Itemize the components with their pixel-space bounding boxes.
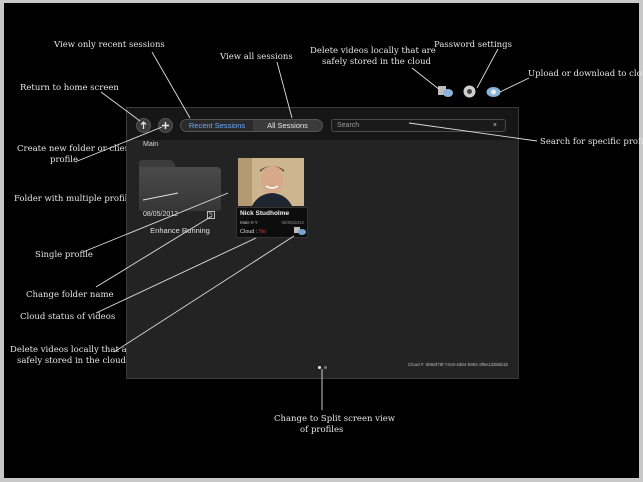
cloud-id: Cloud #: 6b8af78f-74c9-4d84-b992-2f8e1d3… — [407, 362, 508, 367]
profile-date: 08/05/2012 — [281, 220, 304, 225]
annotation-split-screen-2: of profiles — [300, 425, 344, 435]
gear-icon[interactable] — [461, 84, 478, 99]
session-filter: Recent Sessions All Sessions — [180, 119, 323, 132]
cloud-sync-icon[interactable] — [485, 84, 502, 99]
profile-name: Nick Studholme — [240, 210, 290, 217]
search-input[interactable]: Search × — [331, 119, 506, 132]
annotation-search-profile: Search for specific profile — [540, 137, 643, 147]
annotation-view-recent: View only recent sessions — [54, 40, 165, 50]
up-arrow-icon — [140, 121, 147, 129]
tab-recent-sessions[interactable]: Recent Sessions — [181, 120, 253, 131]
annotation-view-all: View all sessions — [220, 52, 293, 62]
top-toolbar: Recent Sessions All Sessions Search × — [127, 108, 518, 140]
annotation-split-screen-1: Change to Split screen view — [274, 414, 395, 424]
annotation-delete-top-2: safely stored in the cloud — [322, 57, 431, 67]
edit-folder-name-icon[interactable]: ✎ — [207, 211, 215, 219]
page-dot — [324, 366, 327, 369]
profile-meta: Male 0 Y — [240, 220, 258, 225]
page-dot-active — [318, 366, 321, 369]
cloud-label: Cloud : — [240, 229, 258, 235]
add-button[interactable] — [158, 118, 173, 133]
folder-item[interactable]: 08/05/2012 ✎ Enhance Running — [139, 160, 221, 256]
folder-name: Enhance Running — [150, 226, 210, 235]
cloud-status: No — [259, 229, 267, 235]
breadcrumb: Main — [143, 141, 159, 148]
page-indicator[interactable] — [318, 366, 330, 370]
annotation-return-home: Return to home screen — [20, 83, 119, 93]
annotation-cloud-status: Cloud status of videos — [20, 312, 116, 322]
annotation-single-profile: Single profile — [35, 250, 93, 260]
search-placeholder: Search — [337, 122, 360, 129]
annotation-folder-multi: Folder with multiple profiles — [14, 194, 137, 204]
annotation-password: Password settings — [434, 40, 512, 50]
annotation-create-folder-1: Create new folder or client — [17, 144, 134, 154]
delete-local-videos-icon[interactable] — [294, 226, 306, 236]
annotation-delete-bottom-2: safely stored in the cloud — [17, 356, 126, 366]
search-clear-button[interactable]: × — [493, 121, 497, 131]
annotation-upload: Upload or download to cloud — [528, 69, 643, 79]
annotation-delete-top-1: Delete videos locally that are — [310, 46, 436, 56]
profile-photo — [238, 158, 304, 206]
profile-card[interactable]: Nick Studholme Male 0 Y 08/05/2012 Cloud… — [236, 158, 308, 238]
profile-info: Nick Studholme Male 0 Y 08/05/2012 Cloud… — [236, 207, 308, 238]
annotation-change-folder: Change folder name — [26, 290, 114, 300]
plus-icon — [162, 122, 169, 129]
annotation-create-folder-2: profile — [50, 155, 79, 165]
folder-body — [139, 167, 221, 211]
person-portrait — [238, 158, 304, 206]
delete-local-cloud-icon[interactable] — [437, 84, 454, 99]
annotation-delete-bottom-1: Delete videos locally that are — [10, 345, 136, 355]
tab-all-sessions[interactable]: All Sessions — [253, 120, 322, 131]
home-button[interactable] — [136, 118, 151, 133]
folder-date: 08/05/2012 — [143, 211, 179, 218]
app-screen: Recent Sessions All Sessions Search × Ma… — [126, 107, 519, 379]
